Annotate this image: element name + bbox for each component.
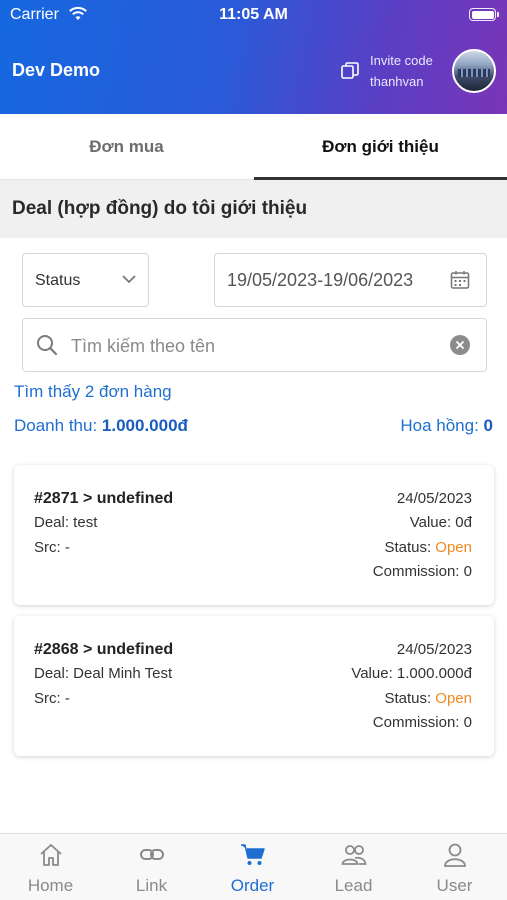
home-icon [40, 844, 62, 866]
order-deal: Deal: test [34, 514, 98, 531]
nav-item-user[interactable]: User [404, 834, 505, 900]
status-dropdown-label: Status [35, 272, 81, 289]
date-range-field[interactable]: 19/05/2023-19/06/2023 [214, 253, 487, 307]
status-dropdown[interactable]: Status [22, 253, 149, 307]
section-header: Deal (hợp đồng) do tôi giới thiệu [0, 180, 507, 238]
clear-search-icon[interactable] [450, 335, 470, 355]
order-src: Src: - [34, 539, 70, 556]
revenue-value: 1.000.000đ [101, 416, 188, 435]
search-icon [37, 335, 58, 356]
order-date: 24/05/2023 [396, 490, 472, 507]
invite-code-value[interactable]: thanhvan [370, 74, 424, 89]
order-status: Status: Open [384, 690, 472, 707]
commission-value: 0 [483, 416, 493, 435]
order-status: Status: Open [384, 539, 472, 556]
nav-label: User [436, 876, 473, 895]
copy-icon[interactable] [340, 61, 360, 81]
tab-referral-orders[interactable]: Đơn giới thiệu [254, 114, 507, 180]
clock: 11:05 AM [219, 6, 288, 23]
app-header: Carrier 11:05 AM Dev Demo Invite code th… [0, 0, 507, 114]
search-input[interactable] [71, 331, 441, 361]
order-value: Value: 1.000.000đ [351, 665, 472, 682]
nav-label: Link [135, 876, 168, 895]
invite-code-label: Invite code [370, 53, 433, 68]
user-icon [444, 843, 466, 867]
battery-icon [469, 8, 499, 21]
status-badge: Open [435, 539, 472, 556]
bottom-nav: Home Link Order Lead User [0, 833, 507, 900]
order-card[interactable]: #2871 > undefined 24/05/2023 Deal: test Va… [14, 465, 494, 605]
calendar-icon[interactable] [450, 270, 470, 290]
nav-item-link[interactable]: Link [101, 834, 202, 900]
status-bar: Carrier 11:05 AM [0, 4, 507, 28]
link-icon [140, 849, 164, 860]
date-range-value: 19/05/2023-19/06/2023 [227, 270, 414, 290]
revenue-label: Doanh thu: [14, 416, 102, 435]
nav-item-home[interactable]: Home [0, 834, 101, 900]
nav-label: Home [27, 876, 74, 895]
order-id: #2868 > undefined [34, 641, 174, 658]
order-date: 24/05/2023 [396, 641, 472, 658]
nav-item-lead[interactable]: Lead [303, 834, 404, 900]
cart-icon [241, 844, 265, 865]
nav-item-order[interactable]: Order [202, 834, 303, 900]
order-commission: Commission: 0 [372, 563, 472, 580]
section-title: Deal (hợp đồng) do tôi giới thiệu [12, 198, 308, 219]
revenue-summary: Doanh thu: 1.000.000đ [14, 416, 188, 436]
people-icon [341, 845, 367, 865]
status-badge: Open [435, 690, 472, 707]
order-value: Value: 0đ [409, 514, 472, 531]
order-card[interactable]: #2868 > undefined 24/05/2023 Deal: Deal M… [14, 616, 494, 756]
nav-label: Order [230, 876, 275, 895]
results-count: Tìm thấy 2 đơn hàng [14, 382, 172, 401]
app-title: Dev Demo [12, 60, 101, 80]
order-tabs: Đơn mua Đơn giới thiệu [0, 114, 507, 180]
order-deal: Deal: Deal Minh Test [34, 665, 173, 682]
order-commission: Commission: 0 [372, 714, 472, 731]
nav-label: Lead [334, 876, 373, 895]
order-src: Src: - [34, 690, 70, 707]
search-box [22, 318, 487, 372]
commission-summary: Hoa hồng: 0 [400, 416, 493, 436]
order-id: #2871 > undefined [34, 490, 174, 507]
avatar[interactable] [452, 49, 496, 93]
tab-purchase-orders[interactable]: Đơn mua [0, 114, 253, 180]
chevron-down-icon [122, 275, 136, 284]
commission-label: Hoa hồng: [400, 416, 484, 435]
